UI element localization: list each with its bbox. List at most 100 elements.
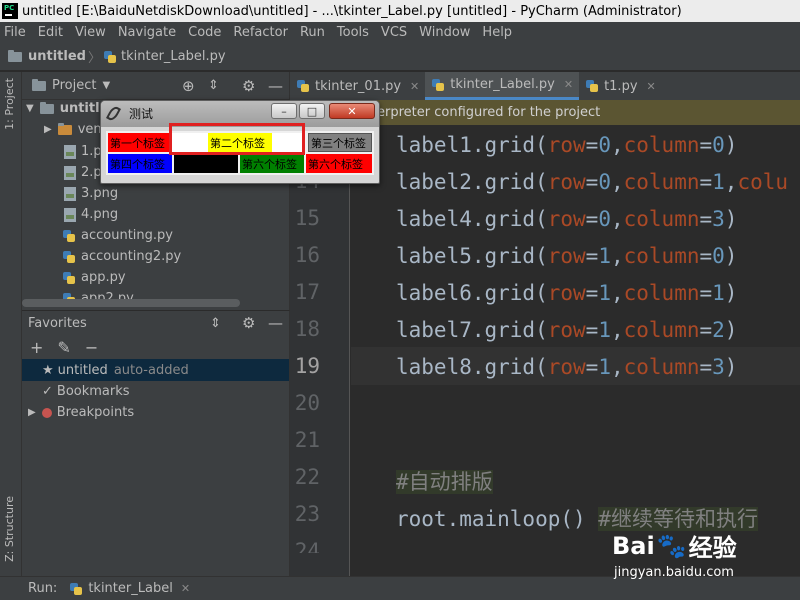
- expand-arrow-icon[interactable]: ▶: [28, 407, 36, 418]
- tree-item-file[interactable]: 4.png: [64, 204, 118, 225]
- line-number-current: 19: [294, 354, 320, 378]
- tk-label-8: 第六个标签: [306, 154, 372, 173]
- menu-file[interactable]: File: [0, 25, 32, 40]
- project-tool-tab[interactable]: 1: Project: [3, 78, 16, 130]
- hide-panel-icon[interactable]: —: [268, 77, 283, 95]
- menu-window[interactable]: Window: [413, 25, 476, 40]
- chevron-down-icon[interactable]: ▼: [102, 80, 110, 91]
- tk-feather-icon: [106, 104, 121, 123]
- window-titlebar: PC untitled [E:\BaiduNetdiskDownload\unt…: [0, 0, 800, 22]
- run-label: Run:: [28, 581, 58, 596]
- code-line: label8.grid(row=1,column=3): [396, 355, 738, 379]
- python-file-icon: [62, 229, 76, 243]
- close-icon[interactable]: ✕: [410, 80, 419, 93]
- minimize-button[interactable]: –: [271, 103, 297, 119]
- code-line: #自动排版: [396, 470, 493, 494]
- menu-help[interactable]: Help: [476, 25, 518, 40]
- python-file-icon: [62, 250, 76, 264]
- expand-collapse-icon[interactable]: ⇕: [210, 316, 221, 331]
- close-icon[interactable]: ✕: [647, 80, 656, 93]
- gear-icon[interactable]: ⚙: [242, 77, 255, 95]
- remove-icon[interactable]: −: [85, 338, 98, 357]
- close-button[interactable]: ✕: [329, 103, 375, 119]
- tree-item-file[interactable]: app.py: [62, 267, 126, 288]
- tab-tkinter-label[interactable]: tkinter_Label.py ✕: [425, 72, 580, 100]
- folder-icon: [8, 49, 22, 62]
- favorites-toolbar: + ✎ −: [22, 335, 289, 359]
- menu-edit[interactable]: Edit: [32, 25, 69, 40]
- tk-label-6: 第六个标签: [240, 154, 304, 173]
- python-file-icon: [296, 79, 310, 93]
- expand-arrow-icon[interactable]: ▼: [26, 103, 34, 114]
- menu-vcs[interactable]: VCS: [375, 25, 413, 40]
- code-line: label7.grid(row=1,column=2): [396, 318, 738, 342]
- maximize-button[interactable]: □: [299, 103, 325, 119]
- tk-label-5: [174, 154, 238, 173]
- image-file-icon: [64, 207, 76, 222]
- tk-window[interactable]: 测试 – □ ✕ 第一个标签 第二个标签 第三个标签 第四个标签 第六个标签 第…: [100, 100, 380, 184]
- breadcrumb-file[interactable]: tkinter_Label.py: [121, 49, 226, 64]
- star-icon: ★: [42, 362, 54, 378]
- line-number: 21: [294, 428, 320, 452]
- image-file-icon: [64, 165, 76, 180]
- left-tool-strip: 1: Project Z: Structure: [0, 72, 22, 576]
- hide-panel-icon[interactable]: —: [268, 314, 283, 332]
- horizontal-scrollbar[interactable]: [22, 299, 240, 307]
- menu-tools[interactable]: Tools: [331, 25, 375, 40]
- favorites-item-bookmarks[interactable]: ✓ Bookmarks: [22, 381, 289, 402]
- highlight-box: [169, 123, 305, 155]
- close-icon[interactable]: ✕: [181, 582, 190, 595]
- window-title: untitled [E:\BaiduNetdiskDownload\untitl…: [22, 3, 682, 19]
- tab-tkinter-01[interactable]: tkinter_01.py ✕: [290, 72, 425, 100]
- tree-item-file[interactable]: 3.png: [64, 183, 118, 204]
- locate-icon[interactable]: ⊕: [182, 77, 195, 95]
- pencil-icon[interactable]: ✎: [57, 338, 70, 357]
- line-number: 22: [294, 465, 320, 489]
- code-editor[interactable]: label1.grid(row=0,column=0) label2.grid(…: [351, 125, 800, 576]
- close-icon[interactable]: ✕: [564, 78, 573, 91]
- tree-item-file[interactable]: accounting2.py: [62, 246, 181, 267]
- project-panel-header: Project ▼ ⊕ ⇕ ⚙ —: [22, 72, 289, 100]
- line-number-gutter: 14 15 16 17 18 19 20 21 22 23 24: [290, 125, 350, 576]
- tree-item-file[interactable]: accounting.py: [62, 225, 173, 246]
- python-file-icon: [431, 78, 445, 92]
- pycharm-logo-icon: PC: [2, 3, 18, 19]
- folder-icon: [39, 101, 54, 114]
- favorites-header: Favorites ⇕ ⚙ —: [22, 311, 289, 335]
- python-file-icon: [62, 271, 76, 285]
- collapse-arrow-icon[interactable]: ▶: [44, 124, 52, 135]
- image-file-icon: [64, 186, 76, 201]
- favorites-item-untitled[interactable]: ★ untitled auto-added: [22, 359, 289, 381]
- code-line: label2.grid(row=0,column=1,colu: [396, 170, 789, 194]
- structure-tool-tab[interactable]: Z: Structure: [3, 496, 16, 562]
- line-number: 16: [294, 243, 320, 267]
- tab-t1[interactable]: t1.py ✕: [579, 72, 662, 100]
- breadcrumb: untitled 〉 tkinter_Label.py: [0, 43, 800, 71]
- code-line: label4.grid(row=0,column=3): [396, 207, 738, 231]
- gear-icon[interactable]: ⚙: [242, 314, 255, 332]
- tk-window-title: 测试: [129, 107, 154, 121]
- menu-view[interactable]: View: [69, 25, 112, 40]
- line-number: 18: [294, 317, 320, 341]
- image-file-icon: [64, 144, 76, 159]
- favorites-title: Favorites: [28, 315, 87, 331]
- menu-run[interactable]: Run: [294, 25, 331, 40]
- code-line: label5.grid(row=1,column=0): [396, 244, 738, 268]
- menu-code[interactable]: Code: [182, 25, 227, 40]
- editor-tab-bar: tkinter_01.py ✕ tkinter_Label.py ✕ t1.py…: [290, 72, 800, 100]
- project-view-selector[interactable]: Project: [52, 78, 96, 93]
- add-icon[interactable]: +: [30, 338, 43, 357]
- menu-refactor[interactable]: Refactor: [227, 25, 294, 40]
- folder-icon: [57, 122, 72, 135]
- collapse-icon[interactable]: ⇕: [208, 78, 219, 93]
- tk-label-4: 第四个标签: [108, 154, 172, 173]
- line-number: 15: [294, 206, 320, 230]
- menu-navigate[interactable]: Navigate: [112, 25, 182, 40]
- menu-bar: File Edit View Navigate Code Refactor Ru…: [0, 22, 800, 43]
- run-config-tab[interactable]: tkinter_Label: [88, 581, 173, 596]
- line-number: 24: [294, 539, 320, 553]
- breadcrumb-project[interactable]: untitled: [28, 49, 86, 64]
- favorites-item-breakpoints[interactable]: ▶ Breakpoints: [22, 402, 289, 423]
- code-line: label6.grid(row=1,column=1): [396, 281, 738, 305]
- python-file-icon: [103, 50, 117, 64]
